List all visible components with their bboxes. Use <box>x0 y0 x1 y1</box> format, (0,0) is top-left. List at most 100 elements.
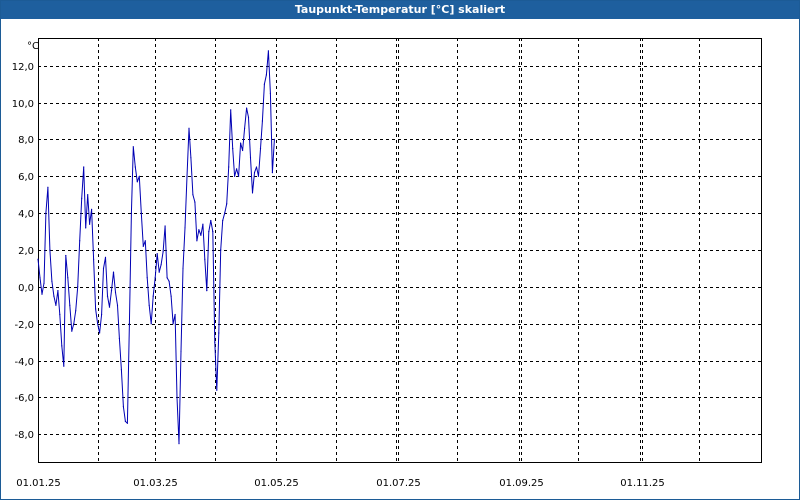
y-tick-label: 0,0 <box>18 283 34 294</box>
data-point <box>79 240 81 242</box>
data-point <box>249 157 252 159</box>
data-point <box>77 286 79 288</box>
data-point <box>184 227 186 229</box>
data-point <box>162 251 164 253</box>
y-tick-label: -4,0 <box>14 357 34 368</box>
data-point <box>59 313 61 316</box>
data-point <box>212 231 214 233</box>
data-point <box>273 138 275 140</box>
data-point <box>263 83 265 85</box>
data-point <box>202 223 204 225</box>
data-point <box>206 290 208 292</box>
data-point <box>204 258 206 260</box>
data-point <box>108 306 111 308</box>
y-tick-label: 10,0 <box>12 99 34 110</box>
x-tick-label: 01.03.25 <box>133 478 178 489</box>
data-point <box>257 175 260 177</box>
data-point <box>168 280 170 282</box>
x-tick-label: 01.01.25 <box>16 478 61 489</box>
data-point <box>259 148 262 150</box>
data-point <box>232 148 234 150</box>
chart-window: Taupunkt-Temperatur [°C] skaliert °C -8,… <box>0 0 800 500</box>
series-line <box>37 50 275 445</box>
data-point <box>45 212 47 214</box>
data-point <box>87 194 89 196</box>
y-tick-label: -6,0 <box>14 393 34 404</box>
data-point <box>101 313 103 316</box>
data-point <box>39 277 41 279</box>
data-point <box>124 420 126 422</box>
data-point <box>91 208 93 210</box>
data-point <box>158 271 160 273</box>
data-point <box>81 197 83 199</box>
data-point <box>218 332 220 334</box>
data-point <box>67 277 69 279</box>
data-point <box>182 267 184 269</box>
data-point <box>43 282 45 284</box>
data-point <box>267 50 269 52</box>
data-point <box>118 337 120 340</box>
data-point <box>55 304 57 306</box>
data-point <box>47 186 49 188</box>
data-point <box>116 304 119 306</box>
data-point <box>194 201 196 203</box>
x-tick-label: 01.11.25 <box>620 478 665 489</box>
data-point <box>61 345 63 347</box>
data-point <box>144 240 146 242</box>
data-point <box>138 175 140 177</box>
data-point <box>156 253 158 255</box>
data-point <box>110 290 113 292</box>
series-layer <box>37 50 275 445</box>
data-point <box>269 92 271 94</box>
x-tick-label: 01.09.25 <box>499 478 544 489</box>
data-point <box>242 149 244 152</box>
data-point <box>41 293 43 295</box>
data-point <box>128 323 130 325</box>
data-point <box>93 258 95 260</box>
data-point <box>102 267 105 269</box>
data-point <box>176 396 178 399</box>
data-point <box>130 212 132 214</box>
data-point <box>146 277 148 279</box>
x-tick-label: 01.07.25 <box>376 478 421 489</box>
data-point <box>174 313 176 316</box>
data-point <box>71 330 73 332</box>
data-point <box>251 192 254 194</box>
data-point <box>104 256 107 258</box>
data-point <box>73 323 75 325</box>
data-point <box>134 166 136 168</box>
data-point <box>226 203 228 205</box>
data-point <box>228 166 230 168</box>
data-point <box>222 219 224 222</box>
data-point <box>261 120 263 122</box>
y-unit-label: °C <box>27 41 39 52</box>
data-point <box>132 146 134 148</box>
data-point <box>99 332 101 334</box>
data-point <box>208 231 210 233</box>
data-point <box>253 172 256 174</box>
data-point <box>112 271 115 273</box>
data-point <box>246 107 248 109</box>
y-tick-label: 12,0 <box>12 62 34 73</box>
y-tick-label: -2,0 <box>14 320 34 331</box>
data-point <box>214 341 216 343</box>
y-tick-label: 8,0 <box>18 135 34 146</box>
y-tick-label: 2,0 <box>18 246 34 257</box>
data-point <box>51 280 53 282</box>
data-point <box>192 194 194 196</box>
data-point <box>53 295 55 297</box>
y-tick-label: -8,0 <box>14 430 34 441</box>
data-point <box>97 323 99 325</box>
data-point <box>152 295 154 297</box>
data-point <box>190 157 192 159</box>
data-point <box>83 166 85 168</box>
data-point <box>142 245 144 247</box>
data-point <box>186 175 188 177</box>
data-point <box>140 212 142 214</box>
data-point <box>265 74 267 76</box>
data-point <box>216 389 218 391</box>
data-point <box>178 443 180 445</box>
data-point <box>170 295 172 297</box>
data-point <box>57 290 59 292</box>
data-point <box>180 350 182 352</box>
